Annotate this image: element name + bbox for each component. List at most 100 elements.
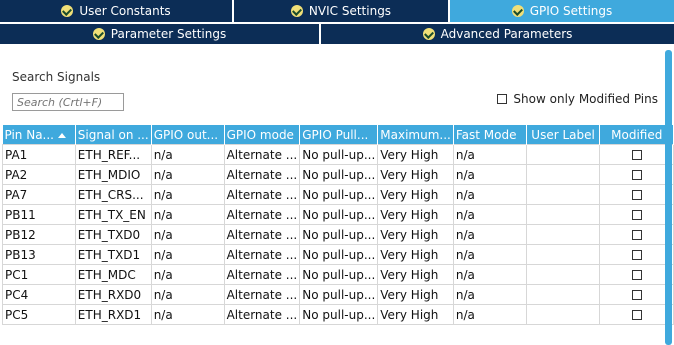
gpio-output-cell: n/a <box>150 204 225 225</box>
gpio-output-cell: n/a <box>150 224 225 245</box>
fast-mode-cell: n/a <box>452 244 527 265</box>
tab-label: User Constants <box>79 4 171 18</box>
column-header-pin[interactable]: Pin Na... <box>2 125 76 145</box>
gpio-mode-cell: Alternate ... <box>223 264 301 285</box>
search-input[interactable] <box>12 93 124 111</box>
max-speed-cell: Very High <box>377 184 454 205</box>
column-header-signal[interactable]: Signal on ... <box>75 125 152 145</box>
vertical-scrollbar[interactable] <box>665 50 672 345</box>
table-row[interactable]: PB12 ETH_TXD0 n/a Alternate ... No pull-up..… <box>2 224 674 245</box>
pin-cell: PB13 <box>2 244 76 265</box>
table-row[interactable]: PB11 ETH_TX_EN n/a Alternate ... No pull-up.… <box>2 204 674 225</box>
show-modified-toggle[interactable]: Show only Modified Pins <box>497 92 658 106</box>
pin-cell: PB11 <box>2 204 76 225</box>
fast-mode-cell: n/a <box>452 164 527 185</box>
modified-checkbox[interactable] <box>631 210 642 220</box>
pin-cell: PC1 <box>2 264 76 285</box>
user-label-cell <box>525 184 601 205</box>
signal-cell: ETH_MDC <box>74 264 152 285</box>
modified-cell <box>599 244 674 265</box>
gpio-output-cell: n/a <box>150 144 225 165</box>
user-label-cell <box>525 224 601 245</box>
tab-nvic-settings[interactable]: NVIC Settings <box>234 0 450 22</box>
modified-cell <box>599 224 674 245</box>
modified-cell <box>599 164 674 185</box>
show-modified-checkbox[interactable] <box>497 94 508 104</box>
signal-cell: ETH_TX_EN <box>74 204 152 225</box>
column-header-gpio-output[interactable]: GPIO out... <box>151 125 225 145</box>
pin-cell: PA1 <box>2 144 76 165</box>
pin-cell: PC4 <box>2 284 76 305</box>
user-label-cell <box>525 264 601 285</box>
table-row[interactable]: PC1 ETH_MDC n/a Alternate ... No pull-up... V… <box>2 264 674 285</box>
tab-gpio-settings[interactable]: GPIO Settings <box>450 0 674 22</box>
column-header-fast-mode[interactable]: Fast Mode <box>453 125 527 145</box>
gpio-mode-cell: Alternate ... <box>223 224 301 245</box>
max-speed-cell: Very High <box>377 144 454 165</box>
user-label-cell <box>525 244 601 265</box>
tab-advanced-parameters[interactable]: Advanced Parameters <box>321 24 674 44</box>
max-speed-cell: Very High <box>377 264 454 285</box>
modified-checkbox[interactable] <box>631 230 642 240</box>
table-row[interactable]: PC4 ETH_RXD0 n/a Alternate ... No pull-up...… <box>2 284 674 305</box>
fast-mode-cell: n/a <box>452 144 527 165</box>
check-circle-icon <box>422 28 435 40</box>
modified-checkbox[interactable] <box>631 250 642 260</box>
gpio-pull-cell: No pull-up... <box>299 164 379 185</box>
table-row[interactable]: PB13 ETH_TXD1 n/a Alternate ... No pull-up..… <box>2 244 674 265</box>
gpio-pull-cell: No pull-up... <box>299 244 379 265</box>
column-header-modified[interactable]: Modified <box>599 125 674 145</box>
check-circle-icon <box>92 28 105 40</box>
fast-mode-cell: n/a <box>452 284 527 305</box>
sub-tab-bar: Parameter Settings Advanced Parameters <box>0 24 674 44</box>
column-header-gpio-mode[interactable]: GPIO mode <box>224 125 301 145</box>
gpio-mode-cell: Alternate ... <box>223 184 301 205</box>
signal-cell: ETH_RXD0 <box>74 284 152 305</box>
tab-label: NVIC Settings <box>308 4 392 18</box>
fast-mode-cell: n/a <box>452 224 527 245</box>
signal-cell: ETH_MDIO <box>74 164 152 185</box>
modified-checkbox[interactable] <box>631 310 642 320</box>
gpio-pull-cell: No pull-up... <box>299 304 379 325</box>
column-header-user-label[interactable]: User Label <box>526 125 601 145</box>
modified-cell <box>599 284 674 305</box>
user-label-cell <box>525 164 601 185</box>
table-row[interactable]: PA7 ETH_CRS... n/a Alternate ... No pull-up.… <box>2 184 674 205</box>
gpio-mode-cell: Alternate ... <box>223 304 301 325</box>
check-circle-icon <box>61 5 74 17</box>
signal-cell: ETH_REF... <box>74 144 152 165</box>
fast-mode-cell: n/a <box>452 264 527 285</box>
table-row[interactable]: PA1 ETH_REF... n/a Alternate ... No pull-up.… <box>2 144 674 165</box>
tab-label: Parameter Settings <box>110 27 227 41</box>
modified-cell <box>599 144 674 165</box>
signal-cell: ETH_TXD1 <box>74 244 152 265</box>
tab-user-constants[interactable]: User Constants <box>0 0 234 22</box>
gpio-settings-panel: Search Signals Show only Modified Pins P… <box>0 46 674 345</box>
max-speed-cell: Very High <box>377 204 454 225</box>
gpio-output-cell: n/a <box>150 304 225 325</box>
user-label-cell <box>525 304 601 325</box>
modified-cell <box>599 204 674 225</box>
modified-checkbox[interactable] <box>631 150 642 160</box>
modified-checkbox[interactable] <box>631 270 642 280</box>
column-header-gpio-pull[interactable]: GPIO Pull... <box>299 125 379 145</box>
modified-checkbox[interactable] <box>631 170 642 180</box>
check-circle-icon <box>511 5 524 17</box>
max-speed-cell: Very High <box>377 304 454 325</box>
tab-label: GPIO Settings <box>529 4 613 18</box>
table-row[interactable]: PA2 ETH_MDIO n/a Alternate ... No pull-up...… <box>2 164 674 185</box>
gpio-pull-cell: No pull-up... <box>299 144 379 165</box>
modified-checkbox[interactable] <box>631 190 642 200</box>
modified-checkbox[interactable] <box>631 290 642 300</box>
gpio-mode-cell: Alternate ... <box>223 144 301 165</box>
signal-cell: ETH_TXD0 <box>74 224 152 245</box>
tab-label: Advanced Parameters <box>440 27 573 41</box>
gpio-pull-cell: No pull-up... <box>299 204 379 225</box>
column-header-maximum-speed[interactable]: Maximum... <box>377 125 454 145</box>
user-label-cell <box>525 144 601 165</box>
tab-parameter-settings[interactable]: Parameter Settings <box>0 24 321 44</box>
table-row[interactable]: PC5 ETH_RXD1 n/a Alternate ... No pull-up...… <box>2 304 674 325</box>
check-circle-icon <box>290 5 303 17</box>
gpio-output-cell: n/a <box>150 264 225 285</box>
gpio-pin-table: Pin Na... Signal on ... GPIO out... GPIO… <box>2 125 674 325</box>
